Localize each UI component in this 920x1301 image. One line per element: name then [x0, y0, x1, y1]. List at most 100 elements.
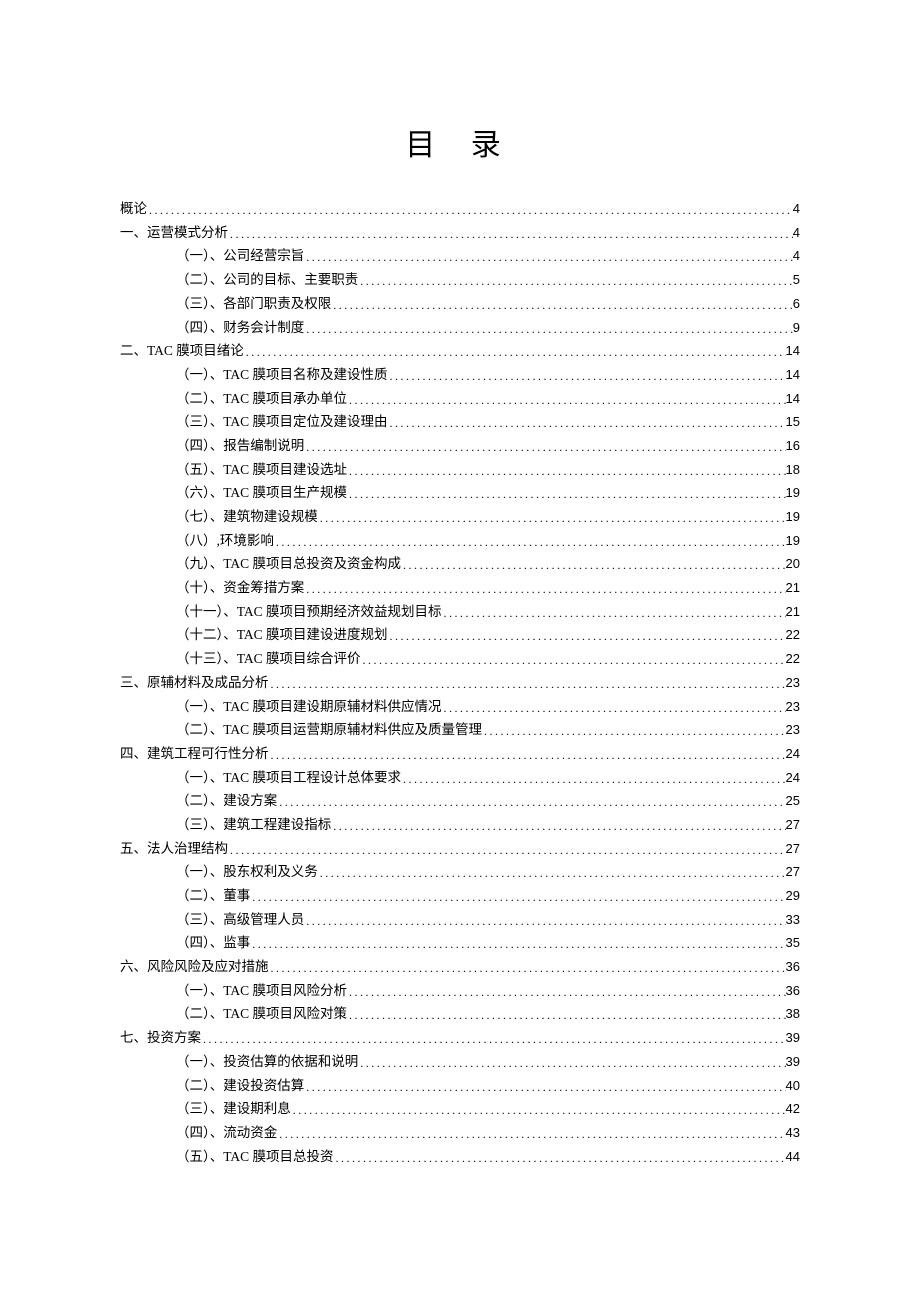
toc-entry[interactable]: （一）、TAC 膜项目工程设计总体要求24: [120, 771, 800, 785]
toc-entry[interactable]: （六）、TAC 膜项目生产规模19: [120, 486, 800, 500]
toc-entry-label: （一）、投资估算的依据和说明: [176, 1055, 358, 1069]
toc-entry[interactable]: （三）、建筑工程建设指标27: [120, 818, 800, 832]
toc-entry-label: （六）、TAC 膜项目生产规模: [176, 486, 347, 500]
toc-entry[interactable]: （四）、财务会计制度9: [120, 321, 800, 335]
toc-entry-page: 36: [786, 984, 800, 997]
toc-entry[interactable]: （三）、各部门职责及权限6: [120, 297, 800, 311]
toc-entry-label: （二）、TAC 膜项目风险对策: [176, 1007, 347, 1021]
toc-entry[interactable]: （三）、高级管理人员33: [120, 913, 800, 927]
toc-entry-page: 24: [786, 747, 800, 760]
toc-leader-dots: [401, 559, 785, 571]
toc-entry-label: （十三）、TAC 膜项目综合评价: [176, 652, 361, 666]
toc-entry[interactable]: （十一）、TAC 膜项目预期经济效益规划目标21: [120, 605, 800, 619]
toc-entry-page: 27: [786, 842, 800, 855]
toc-entry[interactable]: （二）、TAC 膜项目风险对策 38: [120, 1007, 800, 1021]
toc-entry-label: 三、原辅材料及成品分析: [120, 676, 269, 690]
toc-entry[interactable]: （三）、建设期利息42: [120, 1102, 800, 1116]
toc-leader-dots: [304, 1081, 785, 1093]
toc-entry-label: （一）、公司经营宗旨: [176, 249, 304, 263]
toc-entry-label: （二）、建设投资估算: [176, 1079, 304, 1093]
toc-leader-dots: [347, 394, 785, 406]
toc-entry[interactable]: （二）、建设方案25: [120, 794, 800, 808]
toc-entry[interactable]: （三）、TAC 膜项目定位及建设理由15: [120, 415, 800, 429]
toc-entry[interactable]: （五）、TAC 膜项目总投资44: [120, 1150, 800, 1164]
toc-entry[interactable]: （一）、投资估算的依据和说明39: [120, 1055, 800, 1069]
toc-entry[interactable]: 概论4: [120, 202, 800, 216]
toc-entry-page: 22: [786, 628, 800, 641]
toc-leader-dots: [274, 536, 786, 548]
toc-entry-label: （四）、流动资金: [176, 1126, 277, 1140]
toc-entry[interactable]: （一）、公司经营宗旨4: [120, 249, 800, 263]
toc-entry[interactable]: （五）、TAC 膜项目建设选址18: [120, 463, 800, 477]
toc-entry-label: （四）、财务会计制度: [176, 321, 304, 335]
toc-entry-page: 35: [786, 936, 800, 949]
toc-entry[interactable]: （一）、TAC 膜项目风险分析36: [120, 984, 800, 998]
toc-entry[interactable]: （九）、TAC 膜项目总投资及资金构成20: [120, 557, 800, 571]
toc-entry-label: 六、风险风险及应对措施: [120, 960, 269, 974]
toc-entry-label: 七、投资方案: [120, 1031, 201, 1045]
toc-entry[interactable]: 三、原辅材料及成品分析23: [120, 676, 800, 690]
toc-entry-label: （八）,环境影响: [176, 534, 274, 548]
toc-title: 目 录: [120, 120, 800, 164]
toc-entry[interactable]: （七）、建筑物建设规模 19: [120, 510, 800, 524]
toc-entry-label: 五、法人治理结构: [120, 842, 228, 856]
toc-leader-dots: [331, 299, 793, 311]
toc-entry[interactable]: （一）、TAC 膜项目名称及建设性质 14: [120, 368, 800, 382]
toc-leader-dots: [482, 725, 785, 737]
toc-entry-label: 四、建筑工程可行性分析: [120, 747, 269, 761]
toc-entry-label: 概论: [120, 202, 147, 216]
toc-entry[interactable]: （八）,环境影响19: [120, 534, 800, 548]
toc-entry-page: 36: [786, 960, 800, 973]
toc-leader-dots: [358, 1057, 785, 1069]
toc-leader-dots: [244, 346, 786, 358]
toc-entry[interactable]: 七、投资方案39: [120, 1031, 800, 1045]
toc-entry-label: 一、运营模式分析: [120, 226, 228, 240]
toc-entry[interactable]: 四、建筑工程可行性分析 24: [120, 747, 800, 761]
toc-leader-dots: [277, 1128, 785, 1140]
toc-leader-dots: [388, 370, 786, 382]
toc-entry[interactable]: （二）、建设投资估算40: [120, 1079, 800, 1093]
toc-entry-label: （九）、TAC 膜项目总投资及资金构成: [176, 557, 401, 571]
toc-entry[interactable]: （十三）、TAC 膜项目综合评价22: [120, 652, 800, 666]
toc-entry-label: （一）、TAC 膜项目名称及建设性质: [176, 368, 388, 382]
toc-leader-dots: [269, 678, 786, 690]
toc-entry-page: 14: [786, 368, 800, 381]
toc-entry[interactable]: 六、风险风险及应对措施 36: [120, 960, 800, 974]
toc-leader-dots: [388, 417, 786, 429]
toc-leader-dots: [347, 1009, 785, 1021]
toc-entry[interactable]: 二、TAC 膜项目绪论14: [120, 344, 800, 358]
toc-entry-label: （一）、TAC 膜项目建设期原辅材料供应情况: [176, 700, 442, 714]
toc-entry[interactable]: （四）、流动资金 43: [120, 1126, 800, 1140]
toc-leader-dots: [201, 1033, 786, 1045]
toc-entry-page: 21: [786, 605, 800, 618]
table-of-contents: 概论4 一、运营模式分析4 （一）、公司经营宗旨4 （二）、公司的目标、主要职责5 （三…: [120, 202, 800, 1163]
toc-entry-label: （二）、建设方案: [176, 794, 277, 808]
toc-leader-dots: [347, 465, 785, 477]
toc-entry-page: 38: [786, 1007, 800, 1020]
toc-entry[interactable]: （二）、董事29: [120, 889, 800, 903]
toc-entry-page: 18: [786, 463, 800, 476]
toc-entry[interactable]: （二）、公司的目标、主要职责5: [120, 273, 800, 287]
toc-entry[interactable]: （一）、TAC 膜项目建设期原辅材料供应情况23: [120, 700, 800, 714]
toc-entry[interactable]: （十）、资金筹措方案21: [120, 581, 800, 595]
toc-entry[interactable]: （二）、TAC 膜项目承办单位14: [120, 392, 800, 406]
toc-entry[interactable]: （四）、报告编制说明16: [120, 439, 800, 453]
toc-entry-page: 15: [786, 415, 800, 428]
toc-entry[interactable]: 一、运营模式分析4: [120, 226, 800, 240]
toc-entry[interactable]: 五、法人治理结构 27: [120, 842, 800, 856]
toc-entry-page: 19: [786, 510, 800, 523]
toc-entry-label: （一）、TAC 膜项目工程设计总体要求: [176, 771, 401, 785]
toc-entry[interactable]: （一）、股东权利及义务27: [120, 865, 800, 879]
toc-leader-dots: [347, 488, 785, 500]
toc-entry-page: 43: [786, 1126, 800, 1139]
toc-entry-label: （七）、建筑物建设规模: [176, 510, 318, 524]
toc-entry-label: （三）、高级管理人员: [176, 913, 304, 927]
toc-leader-dots: [269, 749, 786, 761]
toc-leader-dots: [358, 275, 793, 287]
toc-entry[interactable]: （二）、TAC 膜项目运营期原辅材料供应及质量管理23: [120, 723, 800, 737]
toc-leader-dots: [318, 512, 786, 524]
toc-entry[interactable]: （四）、监事35: [120, 936, 800, 950]
toc-entry[interactable]: （十二）、TAC 膜项目建设进度规划22: [120, 628, 800, 642]
toc-leader-dots: [277, 796, 785, 808]
toc-entry-label: （二）、TAC 膜项目承办单位: [176, 392, 347, 406]
